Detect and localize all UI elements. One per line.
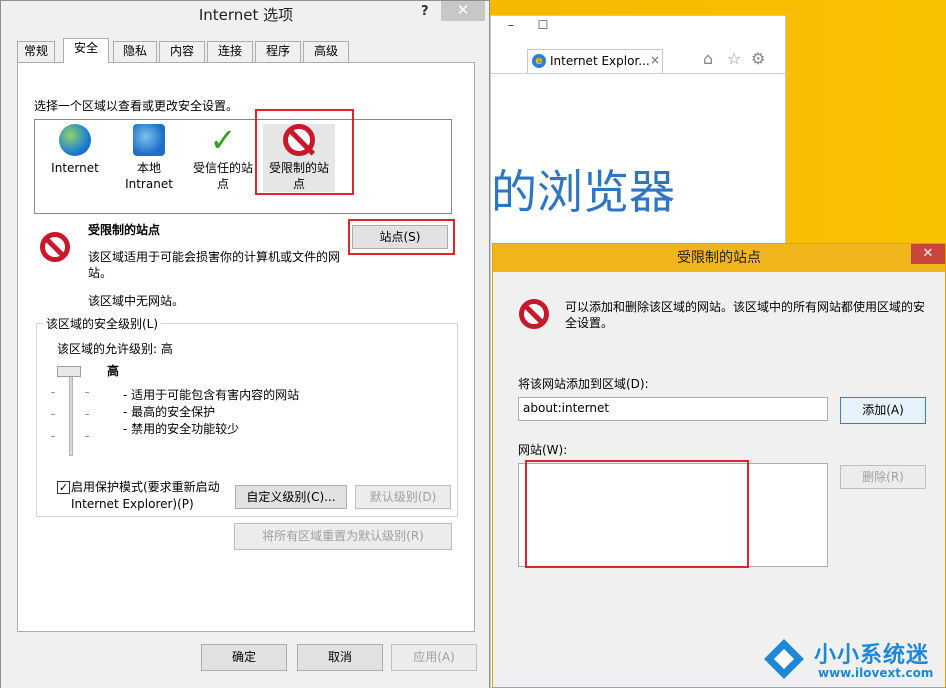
reset-all-zones-button[interactable]: 将所有区域重置为默认级别(R) bbox=[234, 523, 452, 550]
cancel-button[interactable]: 取消 bbox=[297, 644, 383, 671]
settings-gear-icon[interactable]: ⚙ bbox=[751, 49, 765, 68]
selected-zone-title: 受限制的站点 bbox=[88, 223, 161, 237]
custom-level-button[interactable]: 自定义级别(C)... bbox=[235, 485, 347, 509]
protected-mode-checkbox[interactable]: ✓ bbox=[57, 481, 70, 494]
tab-general[interactable]: 常规 bbox=[17, 41, 55, 62]
watermark-name: 小小系统迷 bbox=[814, 643, 930, 668]
slider-tick bbox=[85, 392, 89, 393]
remove-button[interactable]: 删除(R) bbox=[840, 465, 926, 489]
slider-tick bbox=[51, 414, 55, 415]
close-button[interactable]: ✕ bbox=[441, 1, 485, 21]
zone-list: Internet 本地 Intranet ✓ 受信任的站 点 受限制的站 点 bbox=[34, 119, 452, 214]
tab-security[interactable]: 安全 bbox=[63, 38, 109, 63]
zone-internet[interactable]: Internet bbox=[39, 124, 111, 176]
tab-connections[interactable]: 连接 bbox=[207, 41, 253, 62]
favorites-star-icon[interactable]: ☆ bbox=[727, 49, 741, 68]
watermark-logo-icon bbox=[764, 639, 804, 679]
tab-advanced[interactable]: 高级 bbox=[303, 41, 349, 62]
slider-tick bbox=[51, 436, 55, 437]
watermark: 小小系统迷 www.ilovext.com bbox=[758, 633, 946, 688]
selected-zone-site-count: 该区域中无网站。 bbox=[88, 294, 185, 308]
level-description-item: - 适用于可能包含有害内容的网站 bbox=[123, 388, 300, 402]
no-entry-icon bbox=[519, 299, 549, 329]
level-description-item: - 禁用的安全功能较少 bbox=[123, 422, 240, 436]
security-tab-panel: 选择一个区域以查看或更改安全设置。 Internet 本地 Intranet ✓… bbox=[17, 62, 475, 632]
browser-minimize-button[interactable]: – bbox=[499, 18, 523, 36]
globe-icon bbox=[59, 124, 91, 156]
add-site-input[interactable]: about:internet bbox=[518, 397, 828, 421]
restricted-sites-dialog: 受限制的站点 ✕ 可以添加和删除该区域的网站。该区域中的所有网站都使用区域的安全… bbox=[492, 243, 946, 688]
highlight-websites-list bbox=[525, 460, 749, 568]
highlight-sites-button bbox=[348, 219, 455, 255]
slider-tick bbox=[85, 414, 89, 415]
dialog-description: 可以添加和删除该区域的网站。该区域中的所有网站都使用区域的安全设置。 bbox=[565, 300, 926, 330]
add-site-label: 将该网站添加到区域(D): bbox=[518, 377, 649, 391]
apply-button[interactable]: 应用(A) bbox=[391, 644, 477, 671]
tab-programs[interactable]: 程序 bbox=[255, 41, 301, 62]
tab-privacy[interactable]: 隐私 bbox=[113, 41, 157, 62]
zone-prompt: 选择一个区域以查看或更改安全设置。 bbox=[34, 99, 239, 113]
zone-local-intranet[interactable]: 本地 Intranet bbox=[113, 124, 185, 192]
default-level-button[interactable]: 默认级别(D) bbox=[355, 485, 451, 509]
checkmark-icon: ✓ bbox=[209, 121, 237, 159]
page-heading: 的浏览器 bbox=[491, 165, 675, 219]
highlight-restricted-zone bbox=[255, 109, 354, 195]
tab-divider bbox=[491, 73, 785, 74]
security-level-name: 高 bbox=[107, 364, 120, 378]
browser-titlebar: – ☐ bbox=[491, 16, 785, 48]
tab-close-icon[interactable]: × bbox=[650, 53, 660, 67]
zone-trusted-sites[interactable]: ✓ 受信任的站 点 bbox=[187, 124, 259, 192]
security-slider-track[interactable] bbox=[69, 366, 73, 456]
dialog-title: 受限制的站点 bbox=[493, 244, 945, 272]
add-button[interactable]: 添加(A) bbox=[840, 397, 926, 424]
websites-label: 网站(W): bbox=[518, 443, 568, 457]
level-description-item: - 最高的安全保护 bbox=[123, 405, 216, 419]
security-level-group-title: 该区域的安全级别(L) bbox=[43, 315, 162, 332]
watermark-url: www.ilovext.com bbox=[818, 666, 934, 680]
help-button[interactable]: ? bbox=[421, 4, 429, 19]
slider-tick bbox=[51, 392, 55, 393]
slider-tick bbox=[85, 436, 89, 437]
protected-mode-label: 启用保护模式(要求重新启动 Internet Explorer)(P) bbox=[71, 480, 220, 511]
intranet-icon bbox=[133, 124, 165, 156]
security-slider-thumb[interactable] bbox=[57, 366, 81, 377]
browser-maximize-button[interactable]: ☐ bbox=[531, 18, 555, 36]
ok-button[interactable]: 确定 bbox=[201, 644, 287, 671]
internet-options-dialog: Internet 选项 ? ✕ 常规 安全 隐私 内容 连接 程序 高级 选择一… bbox=[0, 0, 490, 688]
close-button[interactable]: ✕ bbox=[911, 244, 945, 264]
zone-label: Internet bbox=[51, 161, 99, 175]
zone-label: 本地 Intranet bbox=[125, 161, 173, 191]
home-icon[interactable]: ⌂ bbox=[703, 49, 713, 68]
restricted-zone-icon bbox=[40, 232, 70, 262]
tab-content[interactable]: 内容 bbox=[159, 41, 205, 62]
selected-zone-description: 该区域适用于可能会损害你的计算机或文件的网站。 bbox=[88, 250, 341, 280]
browser-tab-title: Internet Explor... bbox=[550, 54, 650, 68]
dialog-footer: 确定 取消 应用(A) bbox=[1, 632, 489, 688]
browser-tab[interactable]: e Internet Explor... × bbox=[527, 49, 663, 73]
dialog-title: Internet 选项 bbox=[198, 6, 294, 24]
zone-label: 受信任的站 点 bbox=[192, 161, 253, 191]
security-level-group: 该区域的安全级别(L) 该区域的允许级别: 高 高 - 适用于可能包含有害内容的… bbox=[36, 315, 458, 517]
ie-logo-icon: e bbox=[532, 54, 546, 68]
allowed-levels-text: 该区域的允许级别: 高 bbox=[57, 342, 173, 356]
